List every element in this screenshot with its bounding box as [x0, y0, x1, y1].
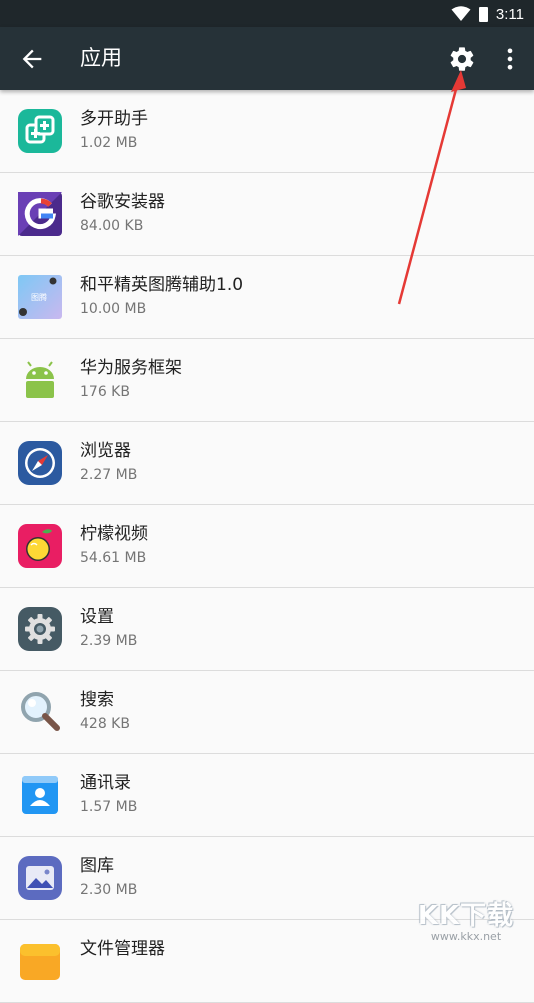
contacts-icon — [22, 776, 58, 814]
page-title: 应用 — [80, 46, 122, 70]
wifi-icon — [451, 6, 471, 21]
app-size: 1.02 MB — [80, 135, 138, 151]
app-list: 多开助手 1.02 MB 谷歌安装器 84.00 KB 图腾 和平精英图腾辅助1… — [0, 90, 534, 1003]
back-arrow-icon[interactable] — [18, 45, 46, 73]
search-icon — [21, 692, 60, 731]
gear-icon[interactable] — [448, 45, 476, 73]
app-name: 文件管理器 — [80, 939, 165, 959]
pubg-assist-icon: 图腾 — [18, 275, 62, 319]
app-name: 浏览器 — [80, 441, 131, 461]
list-item[interactable]: 柠檬视频 54.61 MB — [0, 505, 534, 588]
app-size: 2.30 MB — [80, 882, 138, 898]
list-item[interactable]: 浏览器 2.27 MB — [0, 422, 534, 505]
app-name: 图库 — [80, 856, 114, 876]
app-name: 多开助手 — [80, 109, 148, 129]
more-vert-icon[interactable] — [496, 45, 524, 73]
app-size: 428 KB — [80, 716, 130, 732]
app-size: 54.61 MB — [80, 550, 147, 566]
battery-icon — [478, 6, 488, 22]
app-name: 和平精英图腾辅助1.0 — [80, 275, 244, 295]
app-size: 84.00 KB — [80, 218, 144, 234]
app-name: 柠檬视频 — [80, 524, 148, 544]
google-installer-icon — [18, 192, 62, 236]
lemon-video-icon — [18, 524, 62, 568]
app-size: 10.00 MB — [80, 301, 147, 317]
app-size: 2.27 MB — [80, 467, 138, 483]
file-manager-icon — [20, 944, 60, 980]
list-item[interactable]: 谷歌安装器 84.00 KB — [0, 173, 534, 256]
app-name: 谷歌安装器 — [80, 192, 165, 212]
multi-open-icon — [18, 109, 62, 153]
list-item[interactable]: 图腾 和平精英图腾辅助1.0 10.00 MB — [0, 256, 534, 339]
android-icon — [26, 361, 54, 398]
watermark-logo: KK下载 — [417, 901, 515, 931]
app-name: 通讯录 — [80, 773, 131, 793]
settings-gear-icon — [18, 607, 62, 651]
status-bar: 3:11 — [0, 0, 534, 27]
status-time: 3:11 — [495, 5, 524, 23]
list-item[interactable]: 通讯录 1.57 MB — [0, 754, 534, 837]
app-size: 1.57 MB — [80, 799, 138, 815]
browser-compass-icon — [18, 441, 62, 485]
app-size: 2.39 MB — [80, 633, 138, 649]
gallery-icon — [18, 856, 62, 900]
list-item[interactable]: 设置 2.39 MB — [0, 588, 534, 671]
app-name: 设置 — [80, 607, 114, 627]
app-bar: 应用 — [0, 27, 534, 90]
app-name: 华为服务框架 — [80, 358, 182, 378]
list-item[interactable]: 华为服务框架 176 KB — [0, 339, 534, 422]
list-item[interactable]: 多开助手 1.02 MB — [0, 90, 534, 173]
app-size: 176 KB — [80, 384, 130, 400]
list-item[interactable]: 搜索 428 KB — [0, 671, 534, 754]
app-name: 搜索 — [80, 690, 114, 710]
svg-text:图腾: 图腾 — [31, 292, 47, 302]
watermark: KK下载 www.kkx.net — [406, 895, 526, 945]
